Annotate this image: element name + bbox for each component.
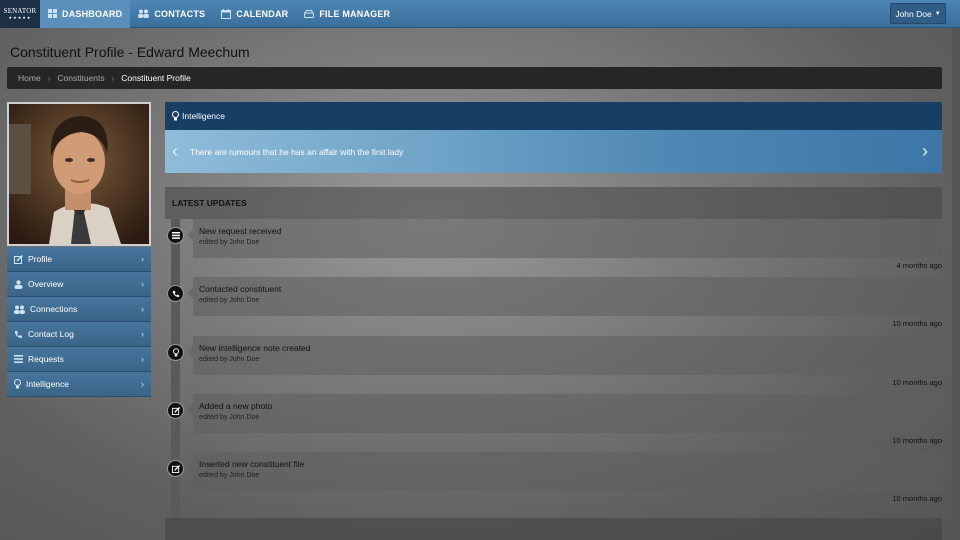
lightbulb-icon [14, 379, 21, 389]
carousel-next-icon[interactable]: › [922, 142, 928, 160]
nav-contacts[interactable]: CONTACTS [130, 0, 213, 28]
entry-time: 10 months ago [892, 436, 942, 445]
sidebar-item-label: Profile [28, 254, 53, 264]
entry-time: 10 months ago [892, 378, 942, 387]
chevron-right-icon: › [141, 329, 144, 339]
timeline-card[interactable]: New intelligence note created edited by … [187, 336, 942, 375]
chevron-right-icon: › [141, 354, 144, 364]
page-title: Constituent Profile - Edward Meechum [10, 44, 250, 60]
latest-updates-header: LATEST UPDATES [165, 187, 942, 219]
nav-contacts-label: CONTACTS [154, 8, 206, 19]
chevron-right-icon: › [111, 73, 115, 83]
entry-editor: edited by John Doe [199, 297, 260, 304]
nav-calendar[interactable]: CALENDAR [213, 0, 296, 28]
breadcrumb-current: Constituent Profile [121, 73, 191, 83]
user-menu-button[interactable]: John Doe ▼ [890, 3, 946, 24]
profile-sidebar-menu: Profile › Overview › Connections › Conta… [7, 247, 151, 397]
entry-title: New request received [199, 226, 282, 236]
carousel-prev-icon[interactable]: ‹ [172, 142, 178, 160]
intelligence-panel-header: Intelligence [165, 102, 942, 130]
brand-logo[interactable]: SENATOR ★★★★★ [0, 0, 40, 28]
timeline-card[interactable]: Inserted new constituent file edited by … [187, 452, 942, 491]
entry-title: Inserted new constituent file [199, 459, 305, 469]
entry-title: New intelligence note created [199, 343, 311, 353]
chevron-right-icon: › [141, 304, 144, 314]
sidebar-item-label: Requests [28, 354, 64, 364]
entry-editor: edited by John Doe [199, 239, 260, 246]
nav-calendar-label: CALENDAR [236, 8, 289, 19]
entry-time: 10 months ago [892, 494, 942, 503]
phone-icon [15, 330, 22, 338]
intelligence-note: There are rumours that he has an affair … [190, 146, 404, 157]
intelligence-heading: Intelligence [182, 111, 226, 121]
nav-dashboard[interactable]: DASHBOARD [40, 0, 131, 28]
lightbulb-icon [172, 111, 179, 121]
entry-title: Contacted constituent [199, 284, 282, 294]
timeline-card[interactable]: Added a new photo edited by John Doe [187, 394, 942, 433]
sidebar-item-label: Contact Log [28, 329, 74, 339]
breadcrumb-constituents[interactable]: Constituents [57, 73, 104, 83]
sidebar-item-profile[interactable]: Profile › [7, 247, 151, 272]
list-icon [167, 227, 184, 244]
entry-editor: edited by John Doe [199, 356, 260, 363]
sidebar-item-requests[interactable]: Requests › [7, 347, 151, 372]
phone-icon [167, 285, 184, 302]
edit-icon [167, 402, 184, 419]
sidebar-item-label: Connections [30, 304, 78, 314]
nav-file-manager[interactable]: FILE MANAGER [296, 0, 398, 28]
entry-title: Added a new photo [199, 401, 273, 411]
list-icon [14, 355, 23, 363]
edit-icon [14, 254, 23, 264]
timeline-card[interactable]: New request received edited by John Doe [187, 219, 942, 258]
users-icon [138, 9, 150, 18]
sidebar-item-contact-log[interactable]: Contact Log › [7, 322, 151, 347]
sidebar-item-label: Intelligence [26, 379, 70, 389]
sidebar-item-intelligence[interactable]: Intelligence › [7, 372, 151, 397]
updates-footer [165, 518, 942, 540]
grid-icon [48, 9, 57, 18]
chevron-right-icon: › [141, 379, 144, 389]
edit-icon [167, 460, 184, 477]
breadcrumb: Home › Constituents › Constituent Profil… [7, 67, 942, 89]
calendar-icon [221, 8, 232, 19]
users-icon [14, 305, 25, 314]
brand-name: SENATOR [3, 6, 37, 15]
timeline-card[interactable]: Contacted constituent edited by John Doe [187, 277, 942, 316]
breadcrumb-home[interactable]: Home [18, 73, 41, 83]
profile-photo [7, 102, 151, 246]
nav-dashboard-label: DASHBOARD [62, 8, 123, 19]
caret-down-icon: ▼ [934, 10, 941, 17]
user-icon [14, 279, 23, 289]
entry-editor: edited by John Doe [199, 414, 260, 421]
lightbulb-icon [167, 344, 184, 361]
sidebar-item-label: Overview [28, 279, 64, 289]
page-scrollbar[interactable] [952, 28, 960, 540]
nav-file-manager-label: FILE MANAGER [319, 8, 391, 19]
entry-time: 10 months ago [892, 319, 942, 328]
user-name: John Doe [895, 8, 932, 19]
intelligence-carousel: There are rumours that he has an affair … [165, 130, 942, 173]
brand-stars: ★★★★★ [8, 14, 32, 20]
sidebar-item-connections[interactable]: Connections › [7, 297, 151, 322]
entry-time: 4 months ago [896, 261, 942, 270]
chevron-right-icon: › [141, 254, 144, 264]
chevron-right-icon: › [47, 73, 51, 83]
entry-editor: edited by John Doe [199, 472, 260, 479]
top-navbar: SENATOR ★★★★★ DASHBOARD CONTACTS CALENDA… [0, 0, 960, 28]
chevron-right-icon: › [141, 279, 144, 289]
drive-icon [304, 9, 315, 18]
sidebar-item-overview[interactable]: Overview › [7, 272, 151, 297]
